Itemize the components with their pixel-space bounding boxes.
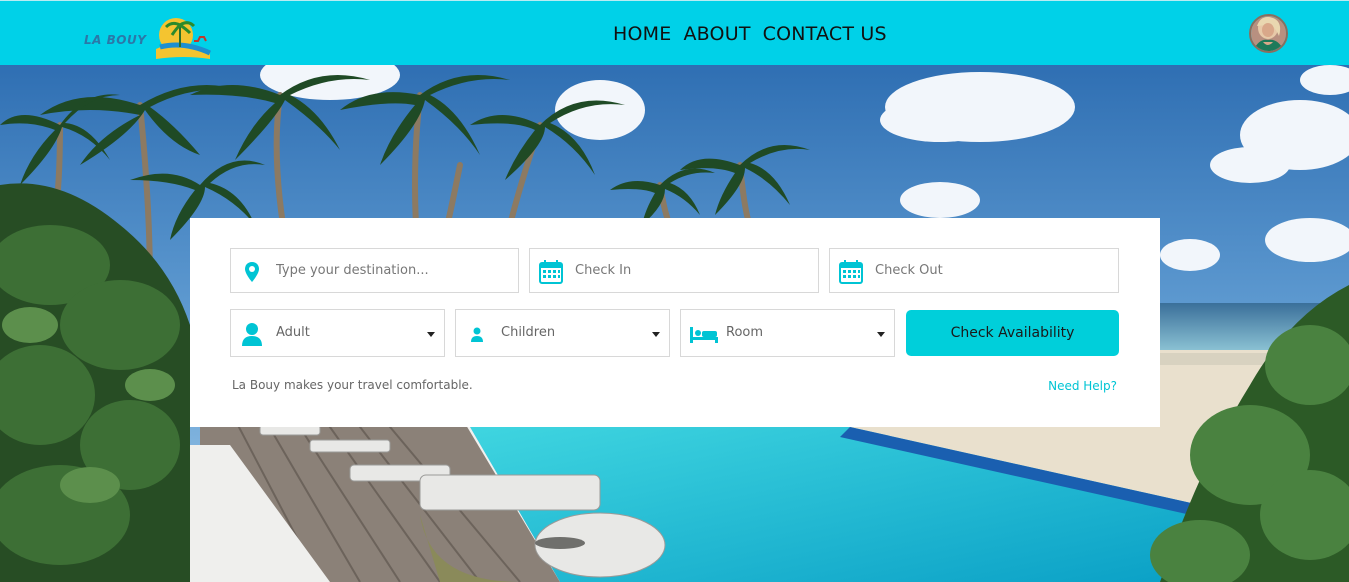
booking-search-panel: Adult Children Room Check Availability L… (190, 218, 1160, 427)
beach-logo-icon (156, 18, 212, 59)
user-avatar[interactable] (1249, 14, 1288, 53)
check-out-field[interactable] (829, 248, 1119, 293)
brand-logo[interactable]: LA BOUY (82, 15, 217, 63)
need-help-link[interactable]: Need Help? (1048, 379, 1117, 393)
check-availability-button[interactable]: Check Availability (906, 310, 1119, 356)
check-in-field[interactable] (529, 248, 819, 293)
person-icon (242, 323, 262, 346)
avatar-image (1251, 16, 1286, 51)
chevron-down-icon (877, 332, 885, 337)
map-pin-icon (245, 262, 259, 282)
nav-contact-us[interactable]: CONTACT US (763, 23, 887, 45)
calendar-icon (839, 260, 863, 284)
destination-input[interactable] (276, 249, 511, 292)
room-select-label: Room (726, 325, 764, 340)
check-out-input[interactable] (875, 249, 1111, 292)
destination-field[interactable] (230, 248, 519, 293)
check-in-input[interactable] (575, 249, 811, 292)
nav-home[interactable]: HOME (613, 23, 671, 45)
adult-select[interactable]: Adult (230, 309, 445, 357)
tagline-text: La Bouy makes your travel comfortable. (232, 378, 473, 392)
child-icon (471, 327, 483, 342)
chevron-down-icon (427, 332, 435, 337)
logo-text: LA BOUY (84, 33, 147, 47)
top-navbar: LA BOUY HOME ABOUT CONTACT US (0, 0, 1349, 65)
main-nav: HOME ABOUT CONTACT US (613, 23, 887, 45)
adult-select-label: Adult (276, 325, 310, 340)
room-select[interactable]: Room (680, 309, 895, 357)
bed-icon (690, 327, 718, 343)
children-select-label: Children (501, 325, 556, 340)
chevron-down-icon (652, 332, 660, 337)
calendar-icon (539, 260, 563, 284)
nav-about[interactable]: ABOUT (683, 23, 750, 45)
children-select[interactable]: Children (455, 309, 670, 357)
